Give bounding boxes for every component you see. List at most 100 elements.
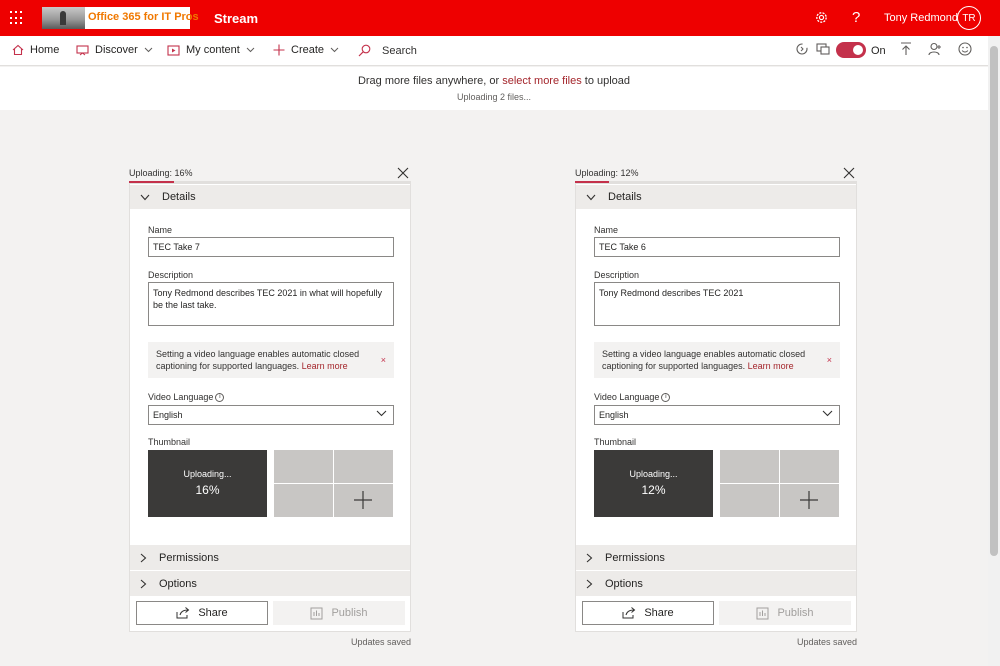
publish-label: Publish [331,607,368,619]
help-icon[interactable]: ? [852,9,860,26]
chevron-down-icon [376,410,387,417]
chevron-down-icon [144,47,153,53]
upload-thumbnail-button[interactable] [780,484,839,517]
video-language-select[interactable]: English [594,405,840,425]
video-language-label: Video Language i [594,392,671,403]
upload-instructions-suffix: to upload [581,75,631,87]
app-launcher-icon[interactable] [10,11,24,25]
upload-icon[interactable] [900,42,912,56]
publish-icon [756,607,769,619]
thumbnail-option[interactable] [334,450,393,483]
permissions-section-header[interactable]: Permissions [576,545,856,570]
learn-more-link[interactable]: Learn more [748,361,794,371]
permissions-label: Permissions [159,551,219,564]
nav-my-content-label: My content [186,44,240,56]
org-logo[interactable]: Office 365 for IT Pros [42,7,199,29]
chevron-down-icon [330,47,339,53]
avatar[interactable]: TR [957,6,981,30]
updates-saved-text: Updates saved [796,637,857,647]
details-label: Details [608,191,642,203]
nav-home[interactable]: Home [12,44,59,56]
add-user-icon[interactable] [928,42,942,56]
permissions-section-header[interactable]: Permissions [130,545,410,570]
thumbnail-percent: 16% [195,483,220,497]
dismiss-info-button[interactable]: × [827,354,832,366]
chevron-right-icon [140,579,147,588]
page-scrollbar[interactable] [988,36,1000,666]
upload-thumbnail-button[interactable] [334,484,393,517]
plus-icon [354,491,372,509]
publish-label: Publish [777,607,814,619]
permissions-label: Permissions [605,551,665,564]
video-details-panel: Details Name TEC Take 6 Description Tony… [575,183,857,632]
video-language-label-text: Video Language [594,392,660,402]
options-label: Options [159,577,197,590]
upload-instructions-prefix: Drag more files anywhere, or [357,75,503,87]
logo-image [42,7,85,29]
thumbnail-option[interactable] [274,484,333,517]
video-details-panel: Details Name TEC Take 7 Description Tony… [129,183,411,632]
info-icon[interactable]: i [661,393,671,403]
refresh-icon[interactable] [795,42,809,56]
info-icon[interactable]: i [215,393,225,403]
chat-icon[interactable] [816,43,830,55]
updates-saved-text: Updates saved [350,637,411,647]
chevron-down-icon [246,47,255,53]
home-icon [12,44,24,56]
search-placeholder: Search [382,44,417,57]
share-icon [176,607,190,619]
thumbnail-option[interactable] [720,484,779,517]
language-info-message: Setting a video language enables automat… [148,342,394,378]
nav-create[interactable]: Create [273,44,339,56]
thumbnail-uploading-text: Uploading... [183,469,232,479]
video-language-value: English [599,410,629,420]
details-section-header[interactable]: Details [576,185,856,209]
upload-banner: Drag more files anywhere, or select more… [0,67,988,110]
description-textarea[interactable]: Tony Redmond describes TEC 2021 [594,282,840,326]
name-input[interactable]: TEC Take 7 [148,237,394,257]
learn-more-link[interactable]: Learn more [302,361,348,371]
chevron-right-icon [140,553,147,562]
chevron-down-icon [822,410,833,417]
thumbnail-options [720,450,840,517]
nav-discover[interactable]: Discover [76,44,153,56]
user-name[interactable]: Tony Redmond [884,12,958,24]
chevron-right-icon [586,579,593,588]
share-button[interactable]: Share [136,601,268,625]
preview-toggle[interactable] [836,42,866,58]
details-section-header[interactable]: Details [130,185,410,209]
details-label: Details [162,191,196,203]
options-section-header[interactable]: Options [130,571,410,596]
app-title[interactable]: Stream [214,11,258,26]
publish-button[interactable]: Publish [273,601,405,625]
select-files-link[interactable]: select more files [502,75,581,87]
share-icon [622,607,636,619]
share-label: Share [198,607,228,619]
thumbnail-preview: Uploading... 12% [594,450,713,517]
share-button[interactable]: Share [582,601,714,625]
thumbnail-option[interactable] [720,450,779,483]
thumbnail-option[interactable] [780,450,839,483]
logo-text: Office 365 for IT Pros [88,11,199,23]
nav-my-content[interactable]: My content [167,44,255,56]
description-textarea[interactable]: Tony Redmond describes TEC 2021 in what … [148,282,394,326]
thumbnail-label: Thumbnail [594,437,637,447]
close-icon[interactable] [397,167,409,179]
video-language-label-text: Video Language [148,392,214,402]
thumbnail-options [274,450,394,517]
feedback-smiley-icon[interactable] [958,42,972,56]
dismiss-info-button[interactable]: × [381,354,386,366]
video-language-value: English [153,410,183,420]
plus-icon [273,44,285,56]
publish-button[interactable]: Publish [719,601,851,625]
thumbnail-option[interactable] [274,450,333,483]
video-language-select[interactable]: English [148,405,394,425]
name-input[interactable]: TEC Take 6 [594,237,840,257]
search-input[interactable]: Search [358,44,417,57]
scrollbar-thumb[interactable] [990,46,998,556]
settings-gear-icon[interactable] [814,10,829,28]
close-icon[interactable] [843,167,855,179]
options-section-header[interactable]: Options [576,571,856,596]
options-label: Options [605,577,643,590]
thumbnail-preview: Uploading... 16% [148,450,267,517]
